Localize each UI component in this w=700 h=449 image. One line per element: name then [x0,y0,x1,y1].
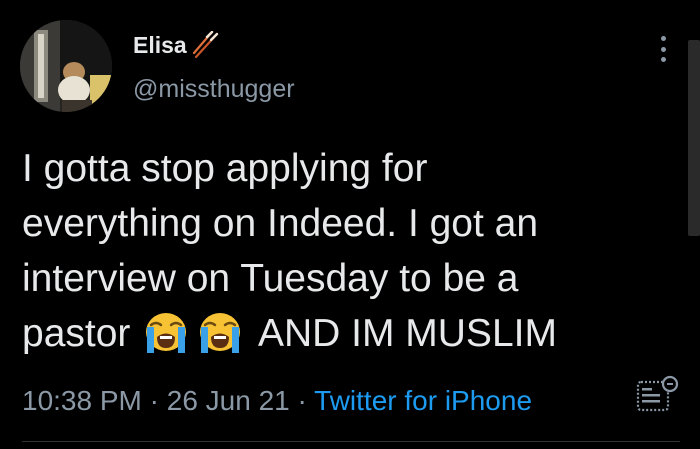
avatar[interactable] [20,20,112,112]
author-name[interactable]: Elisa [133,30,221,59]
tweet-source-link[interactable]: Twitter for iPhone [314,385,532,416]
more-dot [660,46,666,52]
author-name-text: Elisa [133,32,187,58]
meta-separator: · [297,385,307,416]
tweet-text-line: I gotta stop applying for [22,147,428,190]
divider [22,441,680,442]
author-handle[interactable]: @missthugger [133,74,295,104]
chopsticks-emoji-icon [191,30,221,59]
more-dot [660,57,666,62]
tweet-time[interactable]: 10:38 PM [22,385,142,416]
tweet-text-line: interview on Tuesday to be a [22,257,519,300]
meta-separator: · [149,385,159,416]
tweet-text: I gotta stop applying for everything on … [22,141,662,361]
tweet-text-line-last: pastor AND IM MUSLIM [22,306,662,361]
loudly-crying-face-emoji-icon [141,310,191,354]
scrollbar[interactable] [688,40,700,236]
tweet-date[interactable]: 26 Jun 21 [167,385,290,416]
tweet-meta: 10:38 PM · 26 Jun 21 · Twitter for iPhon… [22,384,532,418]
more-options-icon[interactable] [648,32,678,66]
loudly-crying-face-emoji-icon [195,310,245,354]
tweet-text-line: everything on Indeed. I got an [22,202,539,245]
tweet-text-pastor: pastor [22,312,131,355]
tweet: Elisa @missthugger I gotta stop applying… [0,0,700,449]
view-activity-icon[interactable] [636,374,682,414]
avatar-photo [20,20,112,112]
more-dot [660,36,666,41]
tweet-text-muslim: AND IM MUSLIM [257,312,557,355]
